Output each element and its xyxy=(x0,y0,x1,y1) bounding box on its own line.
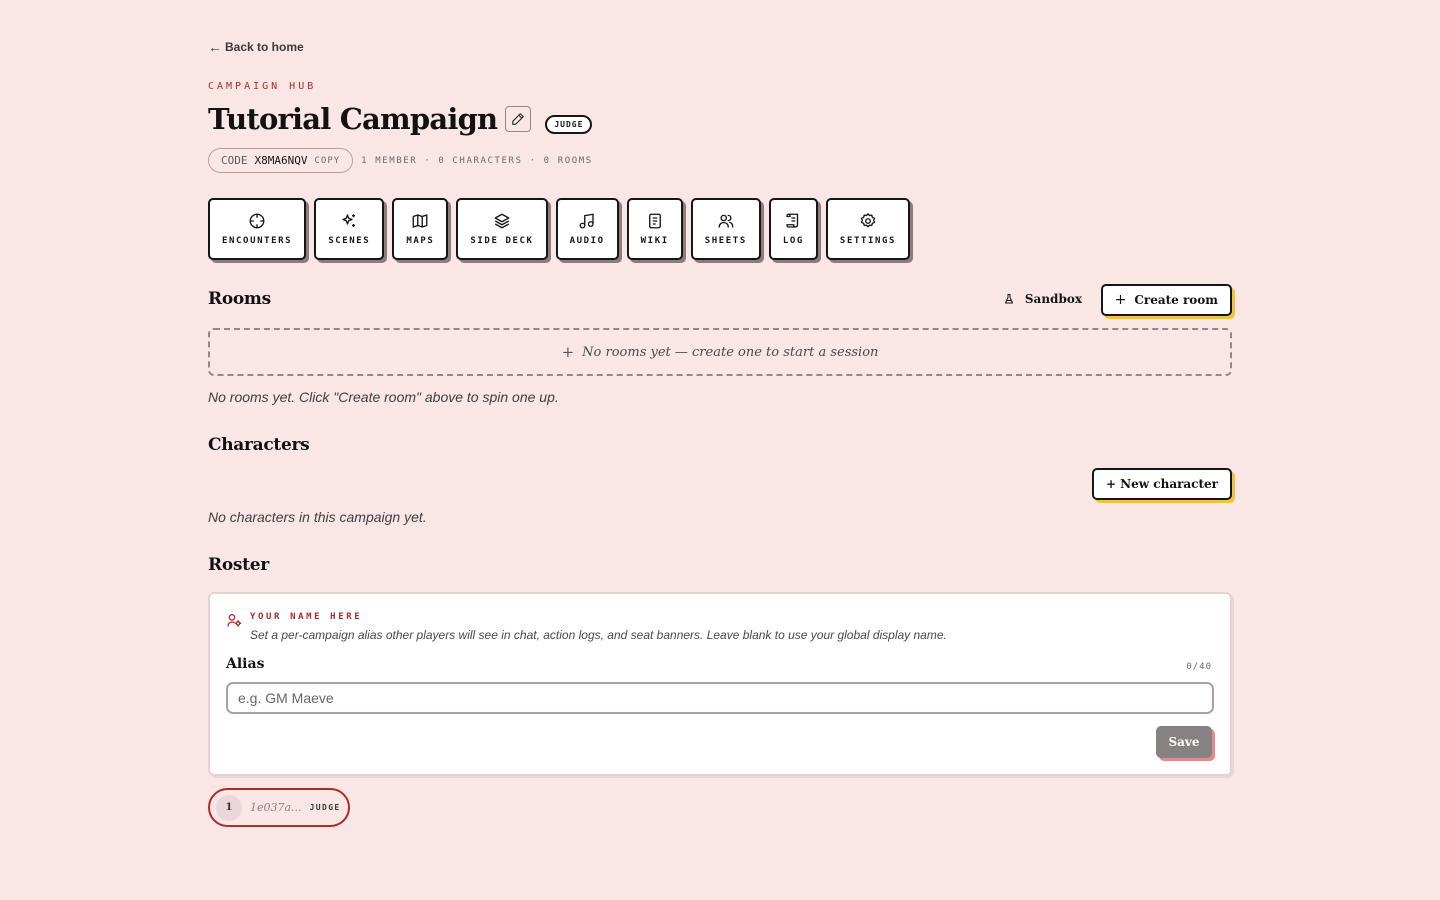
tool-label: SCENES xyxy=(328,236,371,246)
tool-label: SIDE DECK xyxy=(470,236,534,246)
users-icon xyxy=(718,214,734,228)
create-room-button[interactable]: + Create room xyxy=(1100,284,1232,316)
flask-icon xyxy=(1004,294,1013,304)
tool-label: ENCOUNTERS xyxy=(222,236,293,246)
rooms-section-title: Rooms xyxy=(208,289,271,309)
sandbox-button[interactable]: Sandbox xyxy=(1003,292,1082,306)
music-icon xyxy=(579,213,594,229)
plus-icon: + xyxy=(561,343,575,361)
map-icon xyxy=(412,214,428,228)
tool-row: ENCOUNTERS SCENES MAPS SIDE DECK AUDIO W… xyxy=(208,198,911,260)
new-character-button[interactable]: + New character xyxy=(1091,468,1232,500)
tool-label: WIKI xyxy=(640,236,669,246)
tool-maps-button[interactable]: MAPS xyxy=(392,198,449,260)
tool-side-deck-button[interactable]: SIDE DECK xyxy=(456,198,548,260)
tool-label: AUDIO xyxy=(569,236,605,246)
page-eyebrow: CAMPAIGN HUB xyxy=(208,81,317,92)
code-label: CODE xyxy=(221,154,248,167)
meta-row: CODE X8MA6NQV COPY 1 MEMBER · 0 CHARACTE… xyxy=(208,148,593,173)
tool-encounters-button[interactable]: ENCOUNTERS xyxy=(208,198,307,260)
edit-title-button[interactable] xyxy=(505,106,532,132)
characters-empty-note: No characters in this campaign yet. xyxy=(208,509,427,525)
tool-sheets-button[interactable]: SHEETS xyxy=(690,198,761,260)
tool-label: MAPS xyxy=(406,236,435,246)
alias-char-count: 0/40 xyxy=(1186,662,1212,672)
create-room-label: Create room xyxy=(1134,293,1218,307)
role-badge: JUDGE xyxy=(545,114,593,134)
tool-audio-button[interactable]: AUDIO xyxy=(555,198,619,260)
tool-label: SHEETS xyxy=(704,236,747,246)
roster-member-pill[interactable]: 1 1e037a... JUDGE xyxy=(208,788,350,827)
arrow-left-icon: ← xyxy=(208,39,222,55)
tool-wiki-button[interactable]: WIKI xyxy=(626,198,683,260)
empty-rooms-placeholder[interactable]: + No rooms yet — create one to start a s… xyxy=(208,328,1232,376)
tool-settings-button[interactable]: SETTINGS xyxy=(825,198,911,260)
book-icon xyxy=(648,213,661,229)
code-value: X8MA6NQV xyxy=(254,154,308,167)
characters-section-title: Characters xyxy=(208,435,310,455)
member-id: 1e037a... xyxy=(250,801,302,814)
campaign-stats: 1 MEMBER · 0 CHARACTERS · 0 ROOMS xyxy=(361,155,593,166)
tool-log-button[interactable]: LOG xyxy=(768,198,818,260)
scroll-icon xyxy=(786,213,799,228)
sparkles-icon xyxy=(342,214,356,227)
copy-code-button[interactable]: COPY xyxy=(314,156,340,166)
alias-input[interactable] xyxy=(226,682,1214,714)
alias-card-head: YOUR NAME HERE xyxy=(226,612,362,628)
alias-card-description: Set a per-campaign alias other players w… xyxy=(250,628,947,642)
plus-icon: + xyxy=(1114,292,1127,308)
member-role: JUDGE xyxy=(309,803,341,812)
sandbox-label: Sandbox xyxy=(1024,292,1082,306)
save-alias-button[interactable]: Save xyxy=(1156,726,1212,758)
alias-card: YOUR NAME HERE Set a per-campaign alias … xyxy=(208,592,1232,776)
crosshair-icon xyxy=(249,213,265,229)
back-to-home-label: Back to home xyxy=(225,40,304,54)
layers-icon xyxy=(494,213,510,229)
back-to-home-link[interactable]: ← Back to home xyxy=(208,39,304,55)
tool-label: SETTINGS xyxy=(839,236,897,246)
invite-code-pill: CODE X8MA6NQV COPY xyxy=(208,148,354,173)
avatar: 1 xyxy=(216,794,242,821)
alias-card-eyebrow: YOUR NAME HERE xyxy=(250,612,363,622)
title-row: Tutorial Campaign JUDGE xyxy=(208,102,593,136)
user-settings-icon xyxy=(227,614,242,627)
roster-section-title: Roster xyxy=(208,555,269,575)
tool-scenes-button[interactable]: SCENES xyxy=(314,198,385,260)
pencil-icon xyxy=(512,113,525,125)
tool-label: LOG xyxy=(782,236,804,246)
page-title: Tutorial Campaign xyxy=(208,102,498,136)
alias-field-label: Alias xyxy=(226,656,265,672)
empty-rooms-label: No rooms yet — create one to start a ses… xyxy=(582,344,879,360)
rooms-empty-note: No rooms yet. Click "Create room" above … xyxy=(208,389,559,405)
gear-icon xyxy=(860,213,876,228)
